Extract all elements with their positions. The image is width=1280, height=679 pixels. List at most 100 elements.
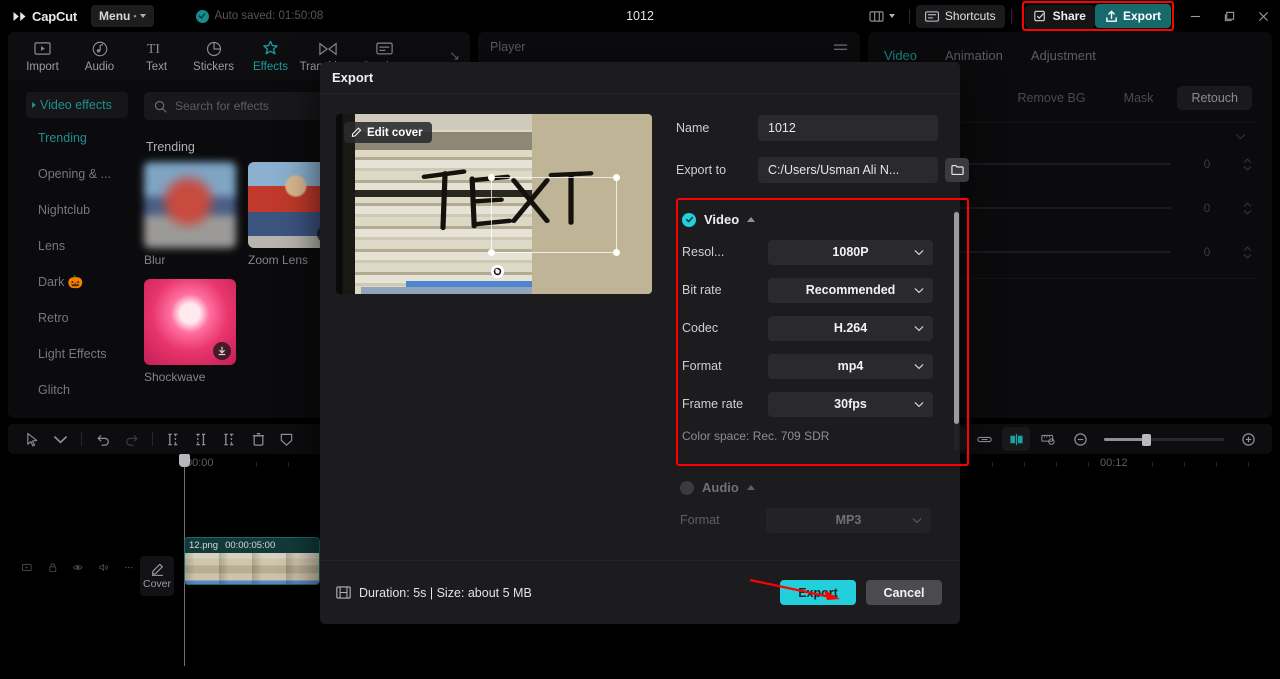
segment-mask[interactable]: Mask [1110, 86, 1168, 110]
share-button[interactable]: Share [1024, 4, 1095, 28]
tab-text[interactable]: TI Text [128, 40, 185, 72]
trim-left-icon[interactable] [188, 427, 216, 451]
sidebar-item-light-effects[interactable]: Light Effects [8, 336, 136, 372]
sidebar-item-opening[interactable]: Opening & ... [8, 156, 136, 192]
property-value[interactable]: 0 [1181, 201, 1233, 215]
resize-handle[interactable] [487, 248, 495, 256]
audio-format-select[interactable]: MP3 [766, 507, 931, 533]
edit-cover-label: Edit cover [367, 126, 423, 139]
item-label: Trending [38, 131, 87, 145]
dialog-cancel-button[interactable]: Cancel [866, 580, 942, 605]
property-value[interactable]: 0 [1181, 245, 1233, 259]
cover-button[interactable]: Cover [140, 556, 174, 596]
minimize-button[interactable] [1178, 0, 1212, 32]
bitrate-select[interactable]: Recommended [768, 277, 933, 303]
category-video-effects[interactable]: Video effects [26, 92, 128, 118]
zoom-slider-handle[interactable] [1142, 433, 1151, 446]
tab-adjustment[interactable]: Adjustment [1031, 48, 1096, 63]
sidebar-item-glitch[interactable]: Glitch [8, 372, 136, 408]
lock-icon[interactable] [48, 561, 58, 574]
select-cursor-icon[interactable] [18, 427, 46, 451]
stepper-icon[interactable] [1243, 201, 1252, 215]
more-icon[interactable] [124, 561, 134, 574]
tab-import[interactable]: Import [14, 40, 71, 73]
video-enable-checkbox[interactable] [682, 212, 696, 227]
layout-switch-button[interactable] [861, 4, 903, 28]
resize-handle[interactable] [613, 248, 621, 256]
segment-retouch[interactable]: Retouch [1177, 86, 1252, 110]
effect-thumbnail[interactable] [144, 162, 236, 248]
zoom-out-icon[interactable] [1066, 427, 1094, 451]
tab-video[interactable]: Video [884, 48, 917, 63]
format-select[interactable]: mp4 [768, 353, 933, 379]
playhead-handle[interactable] [179, 454, 190, 467]
stepper-icon[interactable] [1243, 157, 1252, 171]
stepper-icon[interactable] [1243, 245, 1252, 259]
effect-card-blur[interactable]: Blur [144, 162, 236, 267]
chevron-up-icon[interactable] [747, 217, 756, 222]
eye-icon[interactable] [73, 561, 83, 574]
export-path-input[interactable]: C:/Users/Usman Ali N... [758, 157, 938, 183]
trim-right-icon[interactable] [216, 427, 244, 451]
download-icon[interactable] [213, 342, 231, 360]
freeze-icon[interactable] [272, 427, 300, 451]
undo-icon[interactable] [89, 427, 117, 451]
name-input[interactable]: 1012 [758, 115, 938, 141]
property-value[interactable]: 0 [1181, 157, 1233, 171]
edit-cover-button[interactable]: Edit cover [344, 122, 432, 143]
framerate-select[interactable]: 30fps [768, 391, 933, 417]
split-icon[interactable] [160, 427, 188, 451]
rotate-handle[interactable] [490, 265, 504, 279]
sidebar-item-retro[interactable]: Retro [8, 300, 136, 336]
player-menu-icon[interactable] [833, 42, 848, 52]
audio-enable-checkbox[interactable] [680, 480, 694, 495]
tab-stickers[interactable]: Stickers [185, 40, 242, 73]
resize-handle[interactable] [487, 174, 495, 181]
volume-icon[interactable] [99, 561, 109, 574]
clip-duration: 00:00:05:00 [225, 540, 276, 551]
shortcuts-button[interactable]: Shortcuts [915, 4, 1005, 28]
maximize-icon [1224, 11, 1234, 21]
tab-animation[interactable]: Animation [945, 48, 1003, 63]
chevron-up-icon[interactable] [746, 485, 755, 490]
timeline-zoom-slider[interactable] [1104, 433, 1224, 446]
segment-remove-bg[interactable]: Remove BG [1003, 86, 1099, 110]
delete-icon[interactable] [244, 427, 272, 451]
browse-folder-button[interactable] [945, 158, 969, 182]
menu-button[interactable]: Menu • [91, 5, 154, 27]
sidebar-item-dark[interactable]: Dark 🎃 [8, 264, 136, 300]
export-upload-icon [1106, 10, 1117, 22]
resolution-select[interactable]: 1080P [768, 239, 933, 265]
codec-select[interactable]: H.264 [768, 315, 933, 341]
close-button[interactable] [1246, 0, 1280, 32]
cover-preview[interactable]: Edit cover [336, 114, 652, 294]
cursor-dropdown-icon[interactable] [46, 427, 74, 451]
dialog-title: Export [332, 70, 374, 85]
timeline-clip[interactable]: 12.png 00:00:05:00 [184, 537, 320, 585]
settings-scrollbar[interactable] [954, 210, 959, 450]
tab-effects[interactable]: Effects [242, 40, 299, 73]
maximize-button[interactable] [1212, 0, 1246, 32]
zoom-in-icon[interactable] [1234, 427, 1262, 451]
effect-card-shockwave[interactable]: Shockwave [144, 279, 236, 384]
redo-icon[interactable] [117, 427, 145, 451]
measure-icon[interactable] [1034, 427, 1062, 451]
effect-thumbnail[interactable] [144, 279, 236, 365]
frame-icon[interactable] [22, 561, 32, 574]
mirror-icon[interactable] [1002, 427, 1030, 451]
codec-row: Codec H.264 [680, 315, 957, 341]
dialog-export-button[interactable]: Export [780, 580, 856, 605]
sidebar-item-trending[interactable]: Trending [8, 120, 136, 156]
framerate-row: Frame rate 30fps [680, 391, 957, 417]
header-export-button[interactable]: Export [1094, 4, 1171, 28]
tab-audio[interactable]: Audio [71, 40, 128, 73]
search-input[interactable]: Search for effects [144, 92, 330, 120]
sidebar-item-nightclub[interactable]: Nightclub [8, 192, 136, 228]
scrollbar-thumb[interactable] [954, 212, 959, 424]
sidebar-item-lens[interactable]: Lens [8, 228, 136, 264]
resize-handle[interactable] [613, 174, 621, 181]
chevron-down-icon [914, 245, 924, 259]
text-selection-box[interactable] [487, 174, 621, 256]
link-icon[interactable] [970, 427, 998, 451]
edit-pencil-icon [151, 563, 163, 576]
